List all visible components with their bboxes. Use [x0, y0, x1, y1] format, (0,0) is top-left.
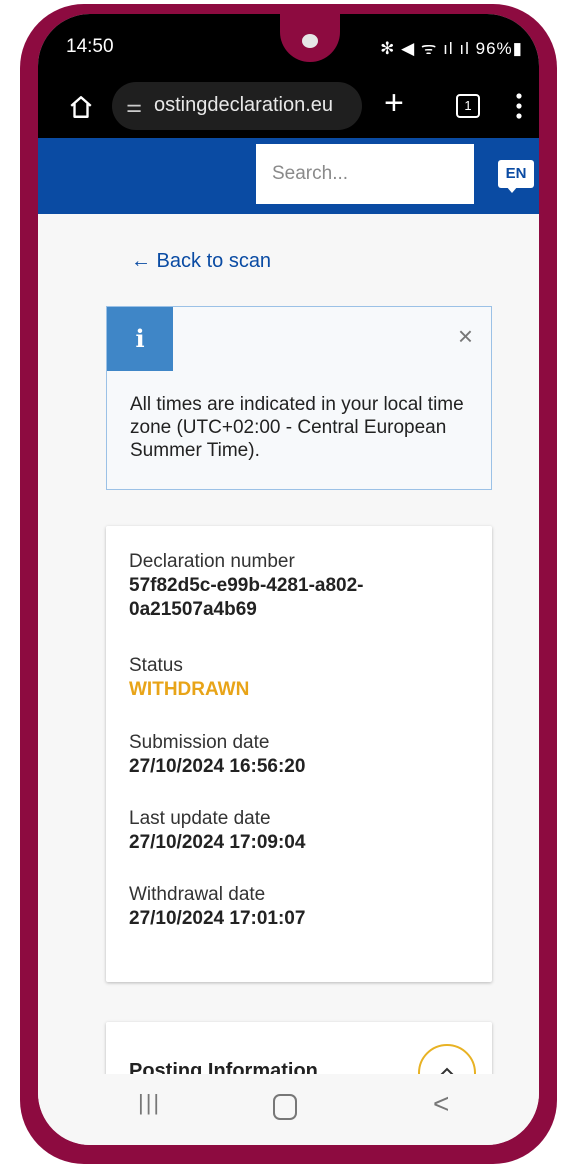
battery-icon: ▮ — [512, 39, 523, 58]
withdrawal-date-value: 27/10/2024 17:01:07 — [129, 908, 306, 929]
tabs-button[interactable]: 1 — [456, 94, 480, 118]
status-badge: WITHDRAWN — [129, 679, 250, 700]
url-text[interactable]: ostingdeclaration.eu — [154, 94, 354, 117]
battery-level: 96% — [475, 39, 513, 58]
signal-icons: ✻ ◀ ᯤ ıl ıl — [380, 39, 470, 58]
home-icon[interactable] — [68, 94, 94, 120]
phone-frame: 14:50 ✻ ◀ ᯤ ıl ıl 96%▮ ⚌ ostingdeclarati… — [20, 4, 557, 1164]
address-bar[interactable]: ⚌ ostingdeclaration.eu — [112, 82, 362, 130]
field-label: Withdrawal date — [129, 884, 266, 905]
camera-icon — [302, 34, 318, 48]
android-nav-bar: ||| < — [38, 1074, 539, 1145]
recent-apps-icon[interactable]: ||| — [138, 1090, 161, 1116]
info-message: All times are indicated in your local ti… — [130, 394, 464, 461]
info-banner: i × All times are indicated in your loca… — [106, 306, 492, 490]
field-label: Status — [129, 655, 183, 676]
status-icons: ✻ ◀ ᯤ ıl ıl 96%▮ — [380, 36, 523, 59]
field-label: Submission date — [129, 732, 270, 753]
back-icon[interactable]: < — [433, 1088, 449, 1120]
declaration-number-field: Declaration number 57f82d5c-e99b-4281-a8… — [129, 550, 469, 622]
field-label: Last update date — [129, 808, 271, 829]
close-icon[interactable]: × — [458, 321, 473, 352]
submission-date-field: Submission date 27/10/2024 16:56:20 — [129, 731, 469, 779]
status-field: Status WITHDRAWN — [129, 654, 469, 702]
phone-screen: 14:50 ✻ ◀ ᯤ ıl ıl 96%▮ ⚌ ostingdeclarati… — [38, 14, 539, 1145]
language-button[interactable]: EN — [498, 160, 534, 188]
declaration-number-value: 57f82d5c-e99b-4281-a802- 0a21507a4b69 — [129, 575, 364, 620]
three-dots-icon[interactable] — [516, 88, 522, 124]
field-label: Declaration number — [129, 551, 295, 572]
main-content: ← Back to scan i × All times are indicat… — [38, 214, 539, 1102]
search-input[interactable] — [256, 144, 474, 204]
tune-icon[interactable]: ⚌ — [126, 96, 142, 117]
last-update-date-field: Last update date 27/10/2024 17:09:04 — [129, 807, 469, 855]
site-header: EN — [38, 138, 539, 214]
info-icon: i — [107, 307, 173, 371]
status-time: 14:50 — [66, 36, 114, 57]
last-update-date-value: 27/10/2024 17:09:04 — [129, 832, 306, 853]
language-badge-tail — [506, 186, 518, 193]
back-to-scan-link[interactable]: ← Back to scan — [131, 250, 271, 273]
new-tab-button[interactable]: + — [384, 86, 404, 120]
browser-toolbar: ⚌ ostingdeclaration.eu + 1 — [38, 76, 539, 138]
submission-date-value: 27/10/2024 16:56:20 — [129, 756, 306, 777]
withdrawal-date-field: Withdrawal date 27/10/2024 17:01:07 — [129, 883, 469, 931]
declaration-details-card: Declaration number 57f82d5c-e99b-4281-a8… — [106, 526, 492, 982]
home-button-icon[interactable] — [273, 1094, 297, 1120]
